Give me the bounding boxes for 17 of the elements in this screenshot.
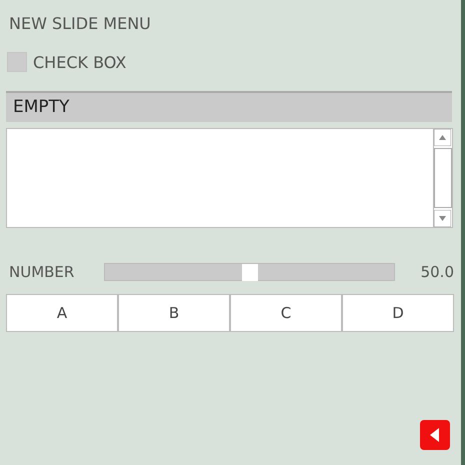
slider-thumb[interactable] bbox=[242, 264, 258, 281]
slider-track[interactable] bbox=[104, 263, 395, 281]
scrollbar[interactable] bbox=[433, 129, 452, 227]
option-button[interactable]: A bbox=[6, 294, 118, 332]
option-button[interactable]: B bbox=[118, 294, 230, 332]
panel-title: NEW SLIDE MENU bbox=[9, 14, 152, 34]
checkbox[interactable] bbox=[7, 52, 27, 72]
option-button[interactable]: C bbox=[230, 294, 342, 332]
checkbox-label: CHECK BOX bbox=[33, 52, 126, 72]
scroll-down-icon[interactable] bbox=[434, 210, 451, 227]
slider-value: 50.0 bbox=[420, 263, 454, 281]
slider-label: NUMBER bbox=[9, 263, 76, 281]
text-area[interactable] bbox=[6, 128, 453, 228]
dropdown[interactable]: EMPTY bbox=[6, 91, 452, 122]
back-button[interactable] bbox=[420, 420, 450, 450]
option-button[interactable]: D bbox=[342, 294, 454, 332]
scroll-up-icon[interactable] bbox=[434, 129, 451, 146]
